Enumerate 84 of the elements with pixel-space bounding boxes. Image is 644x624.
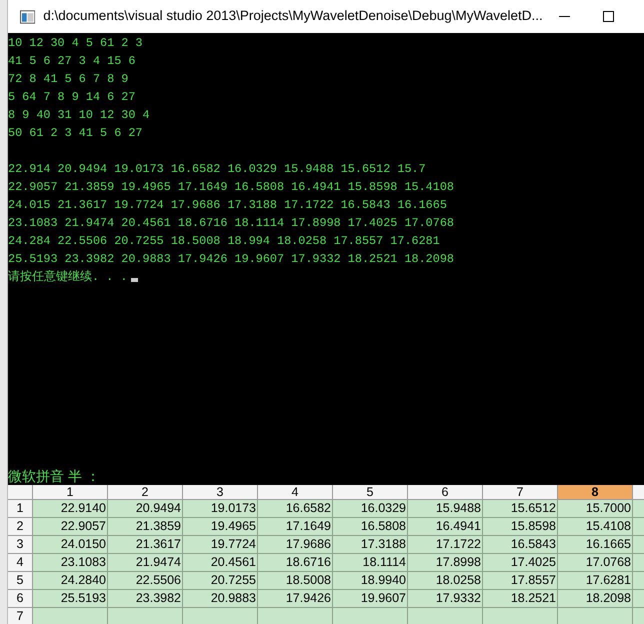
table-cell: 21.3859: [108, 518, 183, 536]
table-cell: 16.4941: [408, 518, 483, 536]
table-cell: 18.2521: [483, 590, 558, 608]
table-cell: 20.9883: [183, 590, 258, 608]
console-line: 22.914 20.9494 19.0173 16.6582 16.0329 15.9488 15.6512 15.7: [8, 161, 427, 178]
table-cell: 15.7000: [558, 500, 633, 518]
row-header[interactable]: 3: [8, 536, 33, 554]
table-cell: 22.9140: [33, 500, 108, 518]
table-cell: 25.5193: [33, 590, 108, 608]
table-cell: 18.0258: [408, 572, 483, 590]
column-header[interactable]: [633, 485, 644, 500]
table-cell: 19.9607: [333, 590, 408, 608]
corner-header: [8, 485, 33, 500]
maximize-icon: [603, 11, 614, 22]
console-line: 41 5 6 27 3 4 15 6: [8, 53, 136, 70]
table-cell: 24.0150: [33, 536, 108, 554]
row-header[interactable]: 1: [8, 500, 33, 518]
table-cell: 19.0173: [183, 500, 258, 518]
row-header[interactable]: 7: [8, 608, 33, 624]
row-header[interactable]: 5: [8, 572, 33, 590]
minimize-icon: [559, 16, 570, 17]
table-cell: 18.2098: [558, 590, 633, 608]
table-cell: 21.3617: [108, 536, 183, 554]
table-cell: 16.5843: [483, 536, 558, 554]
console-line: 72 8 41 5 6 7 8 9: [8, 71, 130, 88]
table-cell: 18.6716: [258, 554, 333, 572]
table-cell: 22.9057: [33, 518, 108, 536]
table-cell: 23.3982: [108, 590, 183, 608]
console-line: 50 61 2 3 41 5 6 27: [8, 125, 144, 142]
text-cursor: [131, 278, 138, 282]
table-cell: 20.9494: [108, 500, 183, 518]
ime-status: 微软拼音 半 ：: [8, 467, 101, 485]
window-title: d:\documents\visual studio 2013\Projects\MyWaveletDenoise\Debug\MyWaveletD...: [43, 7, 543, 26]
table-cell: 16.5808: [333, 518, 408, 536]
table-cell: 16.6582: [258, 500, 333, 518]
table-cell: 16.0329: [333, 500, 408, 518]
table-cell: 17.8557: [483, 572, 558, 590]
table-cell: 15.6512: [483, 500, 558, 518]
table-cell: 17.6281: [558, 572, 633, 590]
table-cell: 17.4025: [483, 554, 558, 572]
table-cell: 21.9474: [108, 554, 183, 572]
table-cell: 15.9488: [408, 500, 483, 518]
table-cell: 18.9940: [333, 572, 408, 590]
console-line: 5 64 7 8 9 14 6 27: [8, 89, 136, 106]
row-header[interactable]: 6: [8, 590, 33, 608]
table-cell: 17.3188: [333, 536, 408, 554]
table-cell: 19.7724: [183, 536, 258, 554]
console-line: 10 12 30 4 5 61 2 3: [8, 35, 144, 52]
table-cell: 17.9686: [258, 536, 333, 554]
console-line: 24.015 21.3617 19.7724 17.9686 17.3188 17.1722 16.5843 16.1665: [8, 197, 448, 214]
table-cell: 16.1665: [558, 536, 633, 554]
table-cell: 18.5008: [258, 572, 333, 590]
column-header[interactable]: 5: [333, 485, 408, 500]
table-cell: 17.9332: [408, 590, 483, 608]
table-cell: 17.1649: [258, 518, 333, 536]
console-line: 22.9057 21.3859 19.4965 17.1649 16.5808 16.4941 15.8598 15.4108: [8, 179, 455, 196]
row-header[interactable]: 2: [8, 518, 33, 536]
table-cell: 22.5506: [108, 572, 183, 590]
column-header[interactable]: 2: [108, 485, 183, 500]
console-app-icon: [20, 10, 36, 24]
table-cell: 17.1722: [408, 536, 483, 554]
table-cell: 19.4965: [183, 518, 258, 536]
table-cell: 23.1083: [33, 554, 108, 572]
table-cell: 15.8598: [483, 518, 558, 536]
console-line: 23.1083 21.9474 20.4561 18.6716 18.1114 17.8998 17.4025 17.0768: [8, 215, 455, 232]
table-cell: 24.2840: [33, 572, 108, 590]
table-cell: 17.9426: [258, 590, 333, 608]
table-cell: 17.0768: [558, 554, 633, 572]
column-header[interactable]: 4: [258, 485, 333, 500]
row-header[interactable]: 4: [8, 554, 33, 572]
table-cell: 20.4561: [183, 554, 258, 572]
table-cell: 18.1114: [333, 554, 408, 572]
column-header[interactable]: 6: [408, 485, 483, 500]
table-cell: 17.8998: [408, 554, 483, 572]
column-header[interactable]: 7: [483, 485, 558, 500]
console-line: 8 9 40 31 10 12 30 4: [8, 107, 151, 124]
console-line: 25.5193 23.3982 20.9883 17.9426 19.9607 17.9332 18.2521 18.2098: [8, 251, 455, 268]
column-header[interactable]: 1: [33, 485, 108, 500]
console-prompt: 请按任意键继续. . .: [8, 269, 128, 286]
table-cell: 15.4108: [558, 518, 633, 536]
console-line: 24.284 22.5506 20.7255 18.5008 18.994 18.0258 17.8557 17.6281: [8, 233, 441, 250]
column-header[interactable]: 3: [183, 485, 258, 500]
table-cell: 20.7255: [183, 572, 258, 590]
column-header[interactable]: 8: [558, 485, 633, 500]
